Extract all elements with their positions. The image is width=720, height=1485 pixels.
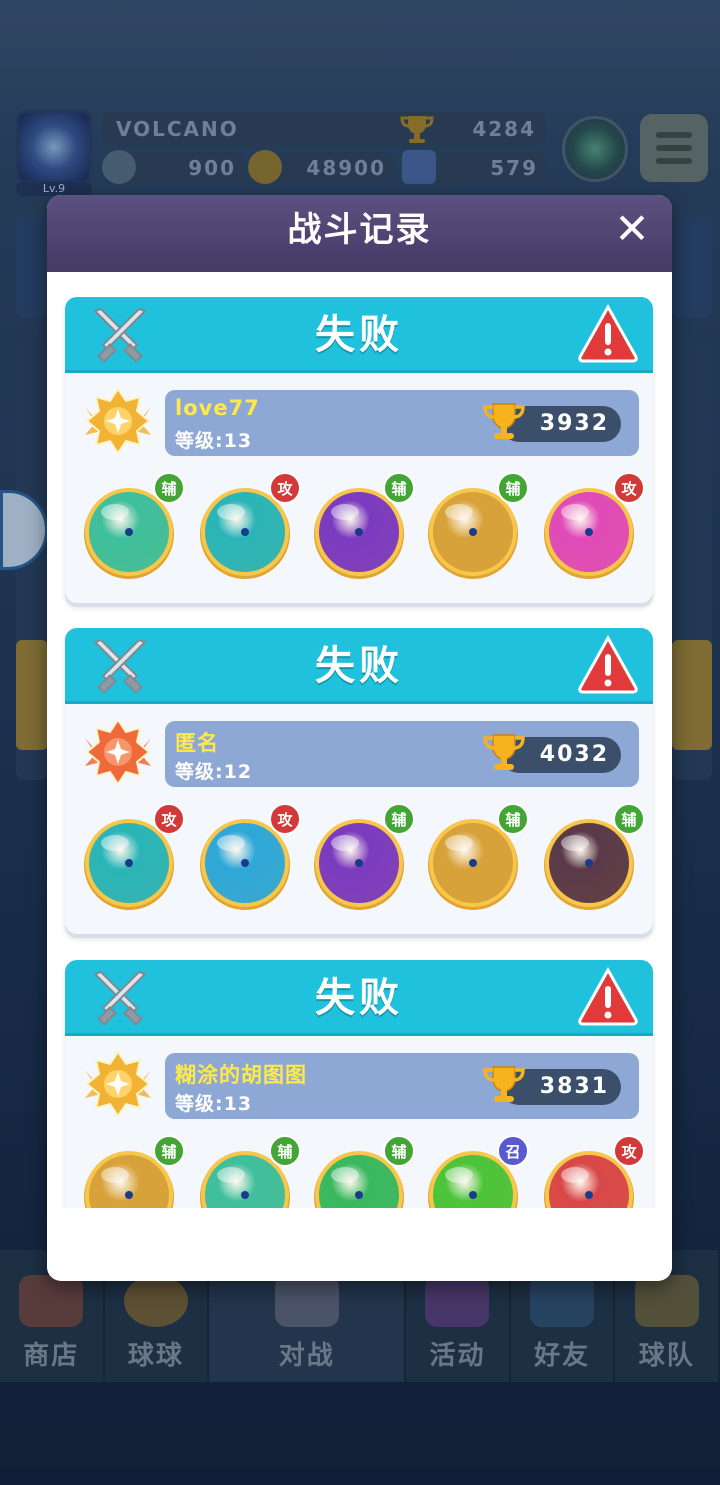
opponent-rank-medal-icon [79,387,157,455]
opponent-ball-lineup: 辅攻辅辅攻 [79,472,649,592]
opponent-trophy-count: 4032 [539,742,609,767]
opponent-ball-lineup: 攻攻辅辅辅 [79,803,649,923]
ball-role-tag: 辅 [497,472,529,504]
tornado-ball-icon[interactable]: 攻 [195,472,301,582]
record-result-header: 失败 [65,628,653,704]
opponent-name: 匿名 [175,731,219,755]
tornado-ball-icon[interactable]: 攻 [79,803,185,913]
record-result-header: 失败 [65,297,653,373]
trophy-icon [481,402,527,442]
report-warning-icon[interactable] [577,966,639,1028]
rainbow-ball-icon[interactable]: 辅 [79,1135,185,1208]
ball-role-tag: 召 [497,1135,529,1167]
opponent-level: 等级:13 [175,430,253,452]
ball-role-tag: 攻 [613,472,645,504]
battle-record-card[interactable]: 失败匿名等级:12 4032 攻 攻 辅 辅 辅 [65,628,653,934]
opponent-level: 等级:13 [175,1093,253,1115]
shield-ball-icon[interactable]: 攻 [539,472,645,582]
battle-record-dialog: 战斗记录 ✕ 失败 love77 等级:13 3932 辅攻辅辅攻失败 匿名 等级:12 40… [47,195,672,1281]
opponent-trophy-badge: 3932 [483,403,621,442]
rune-ball-icon[interactable]: 召 [423,1135,529,1208]
record-result-text: 失败 [315,312,403,358]
opponent-name: love77 [175,396,260,420]
ball-role-tag: 辅 [269,1135,301,1167]
sp-ball-icon[interactable]: 辅 [79,472,185,582]
ball-role-tag: 攻 [269,803,301,835]
record-result-text: 失败 [315,975,403,1021]
ball-role-tag: 辅 [153,1135,185,1167]
record-list[interactable]: 失败 love77 等级:13 3932 辅攻辅辅攻失败 匿名 等级:12 4032 攻攻辅辅辅… [47,272,672,1208]
ball-role-tag: 辅 [383,803,415,835]
trophy-icon [481,1065,527,1105]
opponent-trophy-badge: 3831 [483,1066,621,1105]
butterfly-ball-icon[interactable]: 辅 [309,803,415,913]
ball-role-tag: 攻 [613,1135,645,1167]
rainbow-ball-icon[interactable]: 辅 [423,803,529,913]
opponent-info[interactable]: 糊涂的胡图图 等级:13 3831 [165,1053,639,1119]
red-ball-icon[interactable]: 攻 [539,1135,645,1208]
ball-role-tag: 辅 [497,803,529,835]
battle-record-card[interactable]: 失败 love77 等级:13 3932 辅 攻 辅 辅 攻 [65,297,653,603]
ball-role-tag: 攻 [269,472,301,504]
rainbow-ball-icon[interactable]: 辅 [423,472,529,582]
record-result-text: 失败 [315,643,403,689]
ball-role-tag: 辅 [383,1135,415,1167]
ball-role-tag: 攻 [153,803,185,835]
trophy-icon [481,733,527,773]
report-warning-icon[interactable] [577,303,639,365]
opponent-rank-medal-icon [79,718,157,786]
ball-role-tag: 辅 [153,472,185,504]
opponent-info[interactable]: 匿名等级:12 4032 [165,721,639,787]
butterfly-ball-icon[interactable]: 辅 [309,472,415,582]
sp-ball-icon[interactable]: 辅 [195,1135,301,1208]
dialog-title: 战斗记录 [287,210,432,250]
ball-role-tag: 辅 [383,472,415,504]
ball-role-tag: 辅 [613,803,645,835]
opponent-info[interactable]: love77 等级:13 3932 [165,390,639,456]
star-ball-icon[interactable]: 辅 [309,1135,415,1208]
skull-ball-icon[interactable]: 辅 [539,803,645,913]
dialog-header: 战斗记录 ✕ [47,195,672,272]
opponent-rank-medal-icon [79,1050,157,1118]
opponent-trophy-count: 3932 [539,411,609,436]
battle-record-card[interactable]: 失败糊涂的胡图图 等级:13 3831 辅 辅 辅 召 攻 [65,960,653,1208]
opponent-ball-lineup: 辅辅辅召攻 [79,1135,649,1208]
opponent-level: 等级:12 [175,761,253,783]
opponent-trophy-badge: 4032 [483,734,621,773]
opponent-name: 糊涂的胡图图 [175,1063,307,1087]
opponent-trophy-count: 3831 [539,1074,609,1099]
report-warning-icon[interactable] [577,634,639,696]
close-icon[interactable]: ✕ [612,208,652,250]
record-result-header: 失败 [65,960,653,1036]
ice-ball-icon[interactable]: 攻 [195,803,301,913]
